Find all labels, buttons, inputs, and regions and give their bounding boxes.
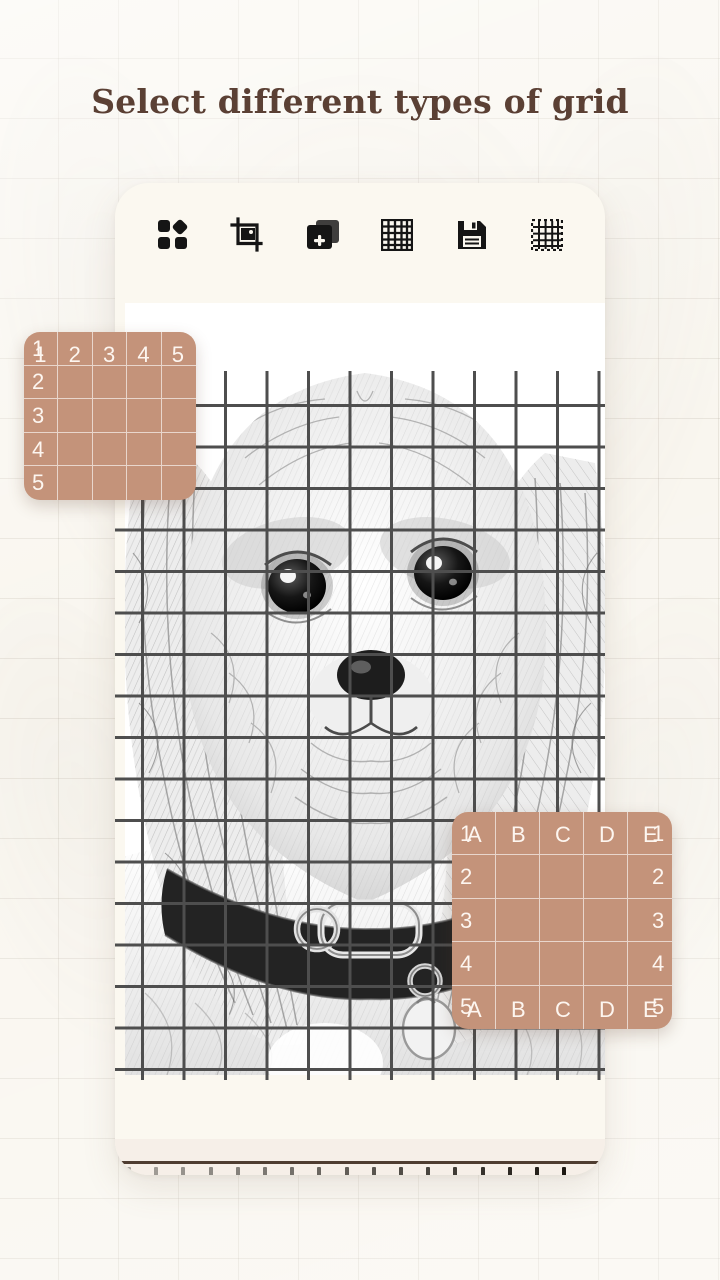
ruler-tick <box>399 1167 403 1175</box>
ruler-tick <box>317 1167 322 1175</box>
grid-icon-button[interactable] <box>377 215 417 255</box>
preset-cell[interactable] <box>161 332 196 366</box>
dashed-grid-icon <box>530 219 563 251</box>
preset-cell[interactable] <box>628 855 672 899</box>
preset-cell[interactable] <box>540 942 584 986</box>
ruler-tick <box>181 1167 186 1175</box>
shapes-grid-icon-button[interactable] <box>153 215 193 255</box>
preset-cell[interactable] <box>161 366 196 400</box>
ruler-baseline <box>115 1161 605 1164</box>
preset-cell[interactable] <box>58 399 93 433</box>
preset-cell[interactable] <box>452 855 496 899</box>
toolbar <box>115 183 605 287</box>
grid-preset-alpha-numeric-5x5[interactable]: ABCDE1234512345ABCDE <box>452 812 672 1029</box>
ruler-tick <box>154 1167 159 1175</box>
ruler-tick <box>507 1167 512 1175</box>
preset-cell[interactable] <box>93 466 128 500</box>
ruler-tick <box>235 1167 240 1175</box>
preset-cell[interactable] <box>452 898 496 943</box>
add-layer-icon <box>305 218 341 252</box>
add-layer-icon-button[interactable] <box>303 215 343 255</box>
preset-cell[interactable] <box>496 855 540 899</box>
preset-cell[interactable] <box>452 812 496 856</box>
ruler-tick <box>426 1167 431 1175</box>
preset-cell[interactable] <box>628 812 672 856</box>
ruler-tick <box>371 1167 376 1175</box>
preset-cell[interactable] <box>496 942 540 986</box>
preset-cell[interactable] <box>127 399 162 433</box>
preset-cell[interactable] <box>161 433 196 467</box>
dashed-grid-icon-button[interactable] <box>527 215 567 255</box>
preset-cell[interactable] <box>127 332 162 366</box>
preset-cell[interactable] <box>584 898 628 943</box>
preset-cell[interactable] <box>92 332 128 366</box>
preset-grid-cells <box>24 332 196 500</box>
preset-cell[interactable] <box>162 466 196 500</box>
ruler-tick <box>290 1167 295 1175</box>
preset-cell[interactable] <box>58 332 93 366</box>
ruler-tick <box>127 1167 131 1175</box>
page-title: Select different types of grid <box>91 82 629 121</box>
preset-grid-cells <box>452 812 672 1029</box>
ruler-tick <box>562 1167 567 1175</box>
preset-cell[interactable] <box>92 365 128 400</box>
preset-cell[interactable] <box>161 399 196 433</box>
preset-cell[interactable] <box>452 942 496 986</box>
preset-cell[interactable] <box>92 432 128 467</box>
ruler-tick <box>208 1167 213 1175</box>
ruler-tick <box>453 1167 458 1175</box>
preset-cell[interactable] <box>540 985 584 1029</box>
preset-cell[interactable] <box>58 365 93 400</box>
preset-cell[interactable] <box>628 986 672 1029</box>
preset-cell[interactable] <box>92 399 128 433</box>
grid-preset-numeric-5x5[interactable]: 1234512345 <box>24 332 196 500</box>
preset-cell[interactable] <box>24 399 59 433</box>
ruler-tick <box>344 1167 349 1175</box>
save-icon <box>456 219 488 251</box>
preset-cell[interactable] <box>584 855 628 899</box>
preset-cell[interactable] <box>452 985 496 1029</box>
preset-cell[interactable] <box>127 466 162 500</box>
ruler-ticks[interactable] <box>115 1167 605 1175</box>
preset-cell[interactable] <box>540 898 584 943</box>
preset-cell[interactable] <box>127 365 162 400</box>
preset-cell[interactable] <box>496 898 540 943</box>
shapes-grid-icon <box>156 218 190 252</box>
preset-cell[interactable] <box>127 432 162 467</box>
crop-image-icon <box>230 217 266 253</box>
ruler-tick <box>263 1167 267 1175</box>
preset-cell[interactable] <box>24 432 59 467</box>
preset-cell[interactable] <box>584 812 628 856</box>
ruler-tick <box>480 1167 485 1175</box>
crop-image-icon-button[interactable] <box>228 215 268 255</box>
preset-cell[interactable] <box>58 466 93 500</box>
preset-cell[interactable] <box>58 432 93 467</box>
grid-icon <box>381 219 414 251</box>
ruler-tick <box>535 1167 539 1175</box>
preset-cell[interactable] <box>540 812 584 856</box>
preset-cell[interactable] <box>584 985 628 1029</box>
preset-cell[interactable] <box>540 855 584 899</box>
preset-cell[interactable] <box>496 985 540 1029</box>
preset-cell[interactable] <box>496 812 540 856</box>
preset-cell[interactable] <box>24 332 59 366</box>
preset-cell[interactable] <box>24 466 59 500</box>
preset-cell[interactable] <box>24 365 59 400</box>
preset-cell[interactable] <box>628 942 672 986</box>
zoom-slider[interactable]: 50% <box>115 1139 605 1175</box>
save-icon-button[interactable] <box>452 215 492 255</box>
preset-cell[interactable] <box>584 942 628 986</box>
preset-cell[interactable] <box>628 899 672 943</box>
